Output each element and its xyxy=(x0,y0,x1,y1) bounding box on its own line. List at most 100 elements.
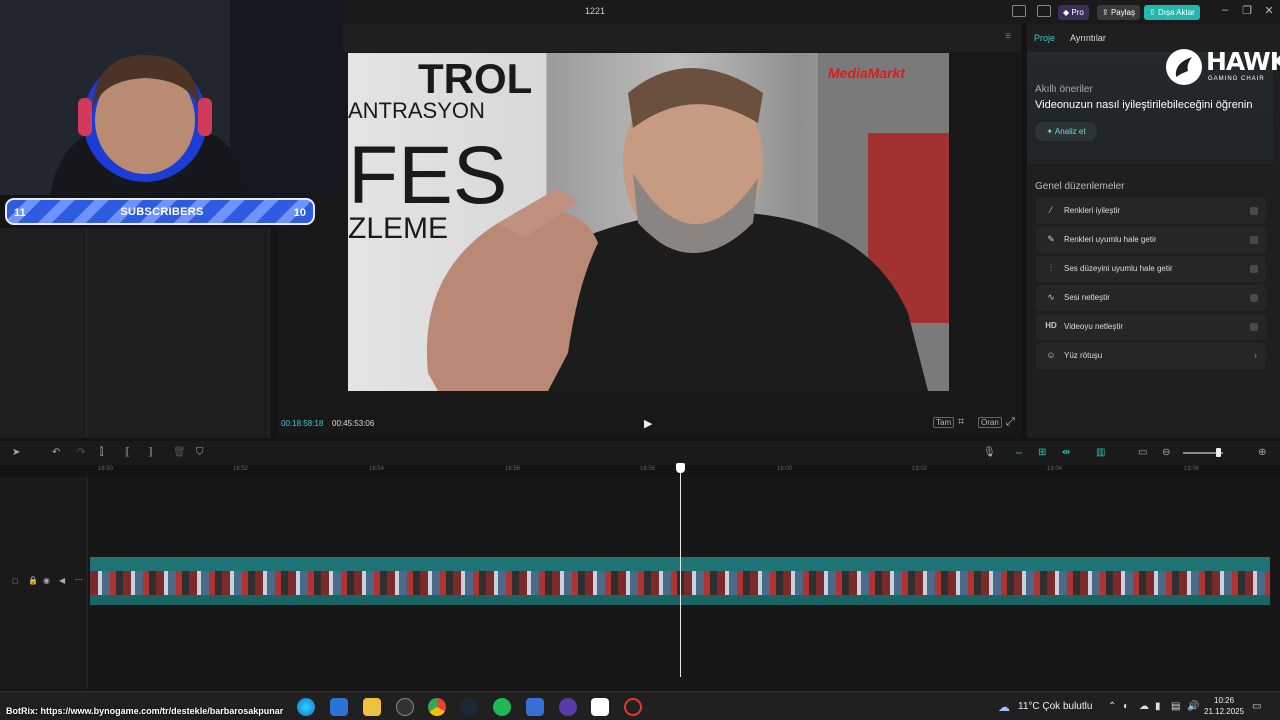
lock-icon[interactable]: 🔒 xyxy=(28,576,38,585)
hawk-logo-text: HAWK xyxy=(1206,47,1280,76)
botrix-message: BotRix: https://www.bynogame.com/tr/dest… xyxy=(6,706,284,716)
option-face-retouch[interactable]: ☺ Yüz rötuşu › xyxy=(1036,343,1266,369)
undo-icon[interactable]: ↶ xyxy=(52,447,60,458)
cover-icon[interactable]: ▢ xyxy=(12,577,19,585)
spotify-icon[interactable] xyxy=(493,698,511,716)
expand-icon[interactable]: ⤢ xyxy=(1006,416,1015,429)
hd-icon: HD xyxy=(1045,321,1057,330)
option-sharpen-video[interactable]: HD Videoyu netleştir xyxy=(1036,314,1266,340)
magic-wand-icon: ⁄ xyxy=(1050,205,1052,215)
caption-icon[interactable]: ▭ xyxy=(1138,447,1147,458)
subscriber-goal-bar: 11 SUBSCRIBERS 10 xyxy=(5,198,315,225)
capcut-icon[interactable] xyxy=(591,698,609,716)
timeline-ruler[interactable] xyxy=(90,464,1280,476)
weather-widget[interactable]: 11°C Çok bulutlu xyxy=(1018,701,1092,712)
minimize-icon[interactable]: – xyxy=(1218,4,1232,16)
zoom-out-icon[interactable]: ⊖ xyxy=(1162,447,1170,458)
sign-text: TROL xyxy=(418,55,532,102)
video-frame-image: TROL ANTRASYON FES ZLEME MediaMarkt xyxy=(348,53,949,391)
tray-icon[interactable]: ◐ xyxy=(1123,701,1129,712)
ruler-tick: 18:50 xyxy=(98,466,114,472)
more-icon[interactable]: ⋯ xyxy=(75,575,83,584)
export-button[interactable]: ⇧ Dışa Aktar xyxy=(1144,5,1200,20)
tab-details[interactable]: Ayrıntılar xyxy=(1070,33,1106,43)
fullscreen-quality-button[interactable]: Tam xyxy=(933,417,955,428)
toggle-switch[interactable] xyxy=(1250,294,1258,302)
shortcut-icon[interactable] xyxy=(1037,5,1051,17)
preview-axis-icon[interactable]: ▥ xyxy=(1096,447,1105,458)
zoom-slider-handle[interactable] xyxy=(1216,448,1221,457)
clock-date[interactable]: 21.12.2025 xyxy=(1204,707,1244,716)
pro-label: Pro xyxy=(1071,8,1084,17)
webcam-overlay xyxy=(0,0,343,195)
ratio-button[interactable]: Oran xyxy=(978,417,1002,428)
clock-time[interactable]: 10:26 xyxy=(1214,696,1234,705)
ruler-tick: 19:04 xyxy=(1047,466,1063,472)
outlook-icon[interactable] xyxy=(330,698,348,716)
zoom-in-icon[interactable]: ⊕ xyxy=(1258,447,1266,458)
brand-logo-text: MediaMarkt xyxy=(828,65,906,81)
app-icon[interactable] xyxy=(559,698,577,716)
ruler-tick: 18:54 xyxy=(369,466,385,472)
track-header: ▢ 🔒 ◉ ◀ ⋯ xyxy=(0,477,88,689)
option-match-audio[interactable]: ⫶ Ses düzeyini uyumlu hale getir xyxy=(1036,256,1266,282)
toggle-switch[interactable] xyxy=(1250,207,1258,215)
option-label: Ses düzeyini uyumlu hale getir xyxy=(1064,264,1173,273)
pro-button[interactable]: ◆ Pro xyxy=(1058,5,1089,20)
close-icon[interactable]: ✕ xyxy=(1262,4,1276,17)
tab-project[interactable]: Proje xyxy=(1034,33,1055,43)
obs-icon[interactable] xyxy=(624,698,642,716)
trim-right-icon[interactable]: ⟧ xyxy=(148,447,153,458)
sign-text: ANTRASYON xyxy=(348,98,485,123)
tray-icon[interactable]: ▮ xyxy=(1155,701,1161,712)
notification-icon[interactable]: ▭ xyxy=(1252,701,1261,712)
split-icon[interactable]: ⫿ xyxy=(100,447,103,458)
hawk-logo-subtitle: GAMING CHAIR xyxy=(1208,76,1265,82)
play-icon[interactable]: ▶ xyxy=(644,417,652,430)
share-label: Paylaş xyxy=(1110,8,1135,17)
menu-icon[interactable]: ≡ xyxy=(1005,31,1011,42)
link-icon[interactable]: ⇔ xyxy=(1014,447,1024,458)
ruler-tick: 19:02 xyxy=(912,466,928,472)
smart-suggestions-description: Videonuzun nasıl iyileştirilebileceğini … xyxy=(1035,99,1253,111)
sign-text: FES xyxy=(348,130,507,221)
xbox-icon[interactable] xyxy=(396,698,414,716)
microphone-icon[interactable]: 🎙 xyxy=(983,447,996,458)
general-edits-title: Genel düzenlemeler xyxy=(1035,181,1125,192)
audio-icon[interactable]: ◀ xyxy=(59,576,65,585)
chrome-icon[interactable] xyxy=(428,698,446,716)
project-title: 1221 xyxy=(585,6,606,16)
analyze-button[interactable]: ✦ Analiz et xyxy=(1035,122,1097,141)
shield-icon[interactable]: ⛉ xyxy=(196,447,204,458)
hawk-logo-emblem xyxy=(1166,49,1202,85)
playhead[interactable] xyxy=(680,464,681,677)
volume-icon[interactable]: 🔊 xyxy=(1187,701,1199,712)
toggle-switch[interactable] xyxy=(1250,323,1258,331)
edge-icon[interactable] xyxy=(297,698,315,716)
option-enhance-colors[interactable]: ⁄ Renkleri iyileştir xyxy=(1036,198,1266,224)
chevron-up-icon[interactable]: ⌃ xyxy=(1108,701,1116,712)
steam-icon[interactable] xyxy=(460,698,478,716)
file-explorer-icon[interactable] xyxy=(363,698,381,716)
delete-icon[interactable]: 🗑 xyxy=(173,447,186,458)
eye-icon[interactable]: ◉ xyxy=(43,576,50,585)
toggle-switch[interactable] xyxy=(1250,265,1258,273)
app-icon[interactable] xyxy=(526,698,544,716)
redo-icon[interactable]: ↷ xyxy=(77,447,85,458)
select-tool-icon[interactable]: ➤ xyxy=(12,447,20,458)
crop-icon[interactable]: ⌗ xyxy=(958,416,964,429)
option-clarify-audio[interactable]: ∿ Sesi netleştir xyxy=(1036,285,1266,311)
option-match-colors[interactable]: ✎ Renkleri uyumlu hale getir xyxy=(1036,227,1266,253)
layout-icon[interactable] xyxy=(1012,5,1026,17)
network-icon[interactable]: ▤ xyxy=(1171,701,1180,712)
playhead-handle[interactable] xyxy=(676,463,685,473)
tray-icon[interactable]: ☁ xyxy=(1139,701,1149,712)
toggle-switch[interactable] xyxy=(1250,236,1258,244)
subscriber-goal-count: 10 xyxy=(293,207,306,219)
share-button[interactable]: ⇪ Paylaş xyxy=(1097,5,1140,20)
magnet-icon[interactable]: ⊞ xyxy=(1038,447,1046,458)
maximize-icon[interactable]: ❐ xyxy=(1240,4,1254,17)
trim-left-icon[interactable]: ⟦ xyxy=(125,447,130,458)
panel-divider xyxy=(86,228,87,438)
snap-icon[interactable]: ⇹ xyxy=(1062,447,1070,458)
